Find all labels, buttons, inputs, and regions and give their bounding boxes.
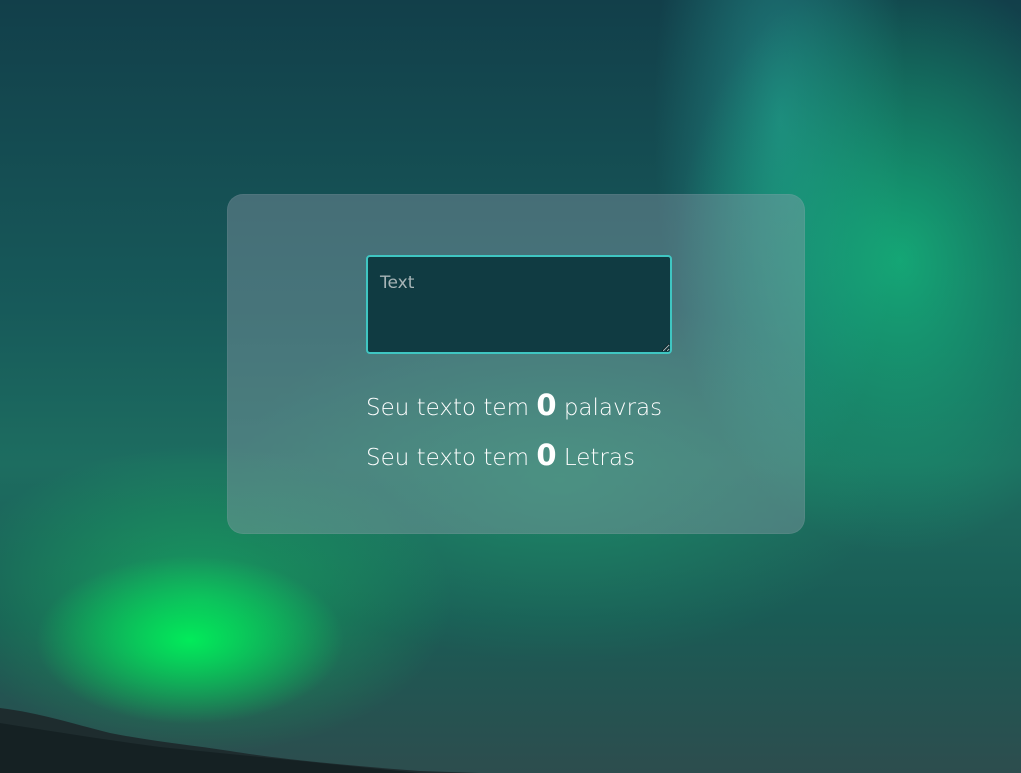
text-input[interactable] bbox=[366, 255, 672, 354]
word-count-value: 0 bbox=[536, 388, 557, 422]
word-count-prefix: Seu texto tem bbox=[366, 395, 529, 421]
letter-count-line: Seu texto tem 0 Letras bbox=[366, 432, 662, 482]
stats-panel: Seu texto tem 0 palavras Seu texto tem 0… bbox=[366, 382, 662, 482]
word-counter-card: Seu texto tem 0 palavras Seu texto tem 0… bbox=[227, 194, 805, 534]
letter-count-prefix: Seu texto tem bbox=[366, 445, 529, 471]
word-count-suffix: palavras bbox=[563, 395, 663, 421]
letter-count-suffix: Letras bbox=[563, 445, 635, 471]
word-count-line: Seu texto tem 0 palavras bbox=[366, 382, 662, 432]
letter-count-value: 0 bbox=[536, 438, 557, 472]
mountain-silhouette bbox=[0, 708, 480, 773]
